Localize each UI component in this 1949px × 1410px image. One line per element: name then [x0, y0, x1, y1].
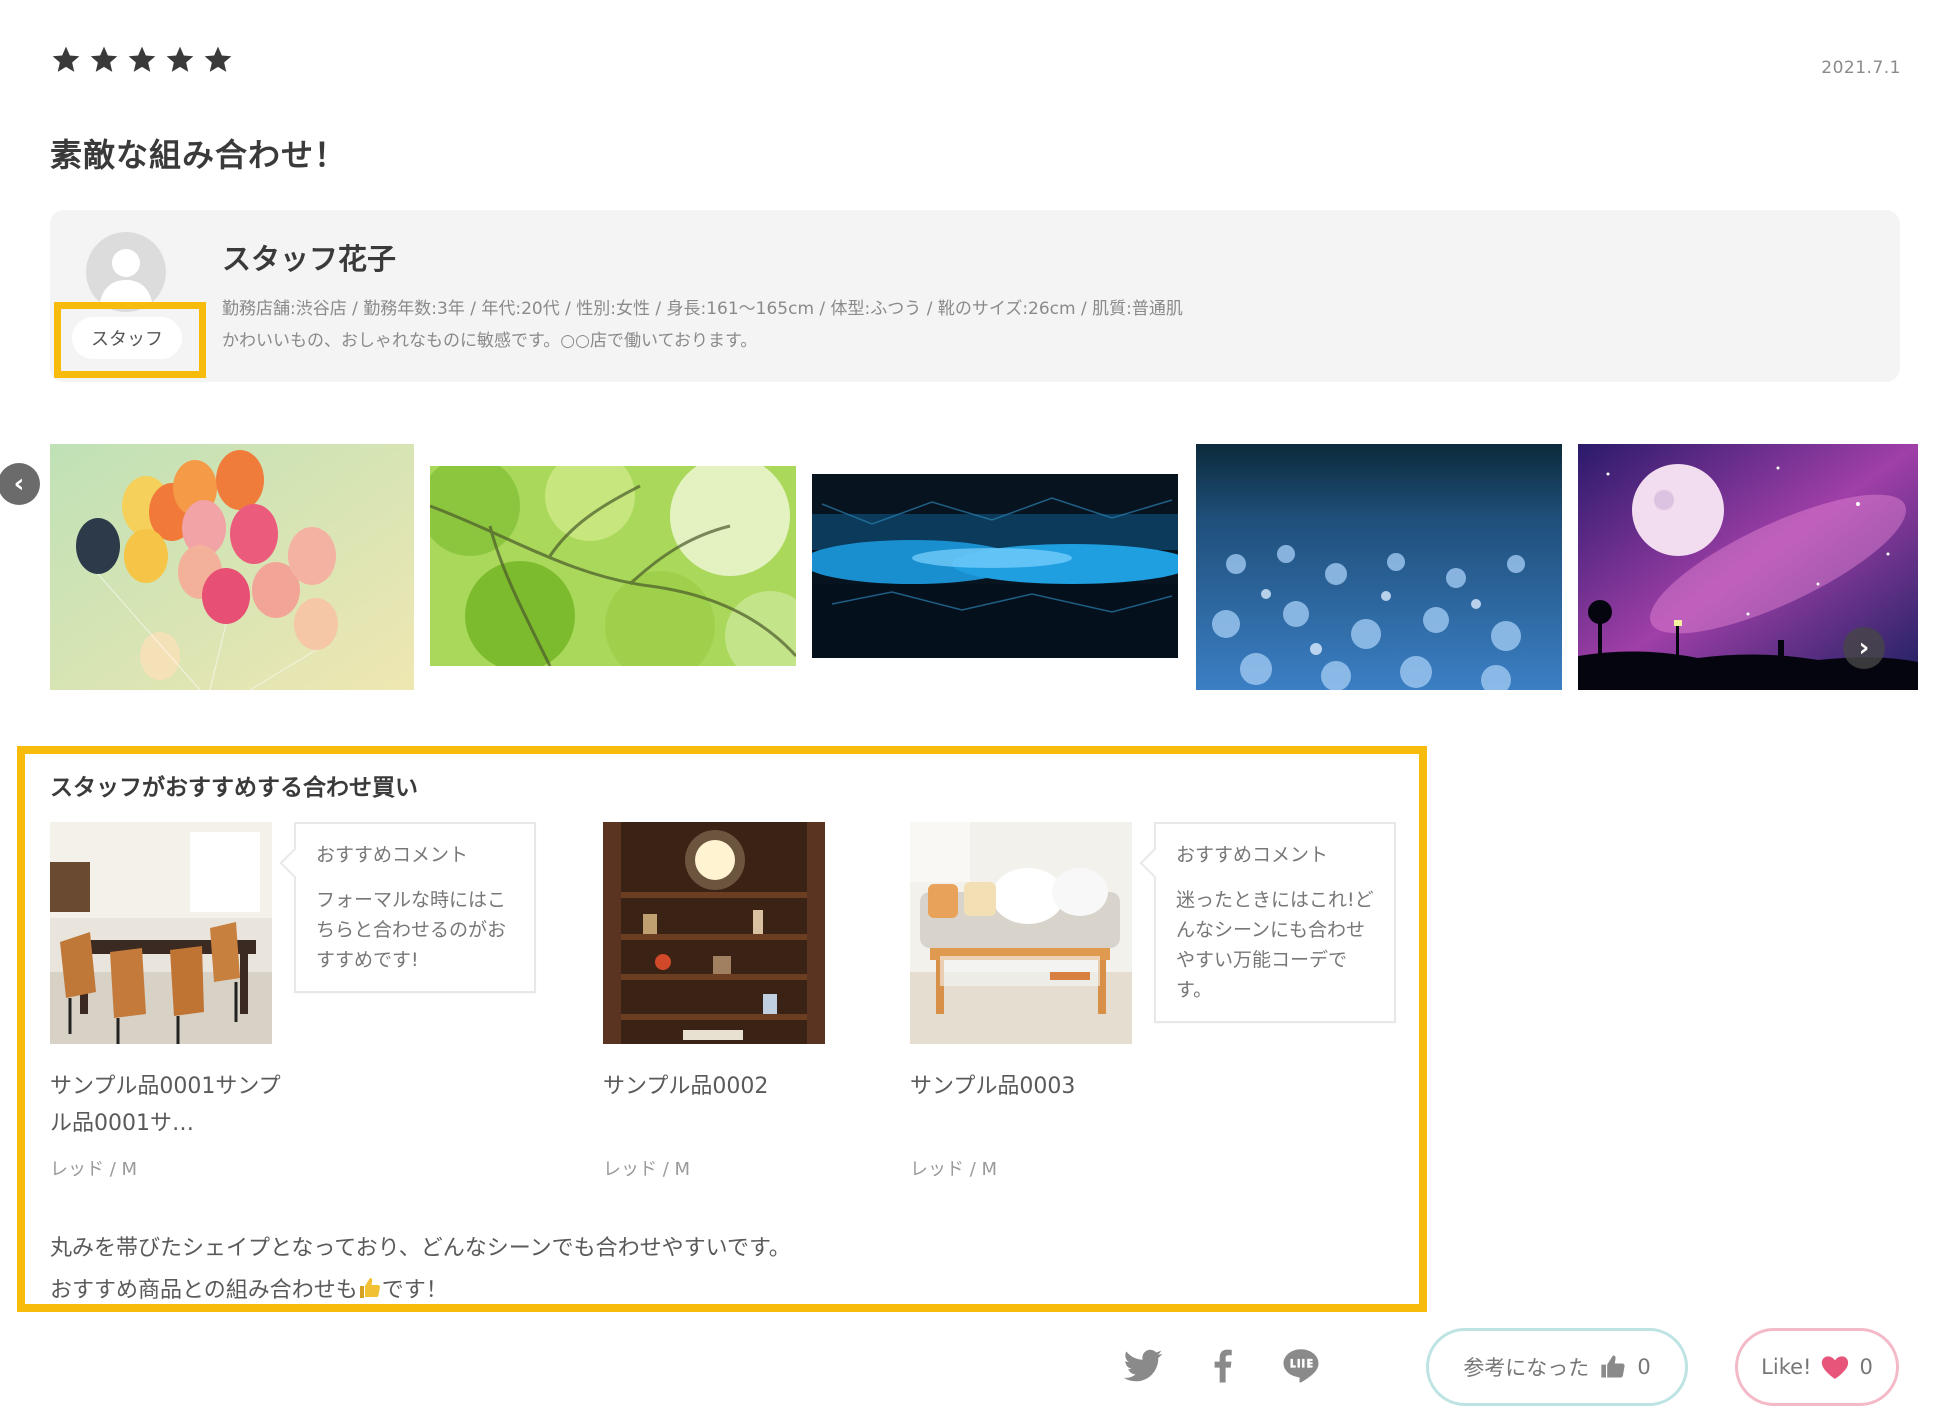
product-image-sofa[interactable] — [910, 822, 1132, 1044]
recommend-comment-label: おすすめコメント — [1176, 844, 1329, 866]
thumbs-up-emoji-icon — [358, 1273, 382, 1298]
like-button[interactable]: Like! 0 — [1735, 1328, 1899, 1406]
gallery-image-green-leaves[interactable] — [430, 466, 796, 666]
product-variant: レッド / M — [50, 1159, 138, 1180]
user-avatar-icon — [86, 232, 166, 312]
facebook-icon[interactable] — [1202, 1344, 1244, 1386]
staff-profile-card: スタッフ スタッフ花子 勤務店舗:渋谷店 / 勤務年数:3年 / 年代:20代 … — [50, 210, 1900, 382]
review-date: 2021.7.1 — [1821, 58, 1901, 78]
description-text: です！ — [381, 1278, 448, 1303]
star-icon — [164, 44, 196, 76]
recommend-comment-bubble: おすすめコメント 迷ったときにはこれ!どんなシーンにも合わせやすい万能コーデです… — [1154, 822, 1396, 1023]
staff-badge: スタッフ — [72, 317, 182, 359]
product-name[interactable]: サンプル品0003 — [910, 1068, 1150, 1105]
recommend-comment-label: おすすめコメント — [316, 844, 469, 866]
product-image-shelf[interactable] — [603, 822, 825, 1044]
recommend-comment-bubble: おすすめコメント フォーマルな時にはこちらと合わせるのがおすすめです! — [294, 822, 536, 993]
product-name[interactable]: サンプル品0001サンプル品0001サ… — [50, 1068, 290, 1142]
helpful-count: 0 — [1637, 1355, 1651, 1379]
description-text: おすすめ商品との組み合わせも — [50, 1278, 358, 1303]
recommend-comment-text: フォーマルな時にはこちらと合わせるのがおすすめです! — [316, 889, 507, 971]
line-icon[interactable] — [1280, 1344, 1322, 1386]
gallery-image-blue-cave[interactable] — [812, 474, 1178, 658]
gallery-image-balloons[interactable] — [50, 444, 414, 690]
helpful-label: 参考になった — [1463, 1356, 1590, 1380]
twitter-icon[interactable] — [1122, 1344, 1164, 1386]
staff-profile-details: 勤務店舗:渋谷店 / 勤務年数:3年 / 年代:20代 / 性別:女性 / 身長… — [222, 299, 1183, 319]
product-name[interactable]: サンプル品0002 — [603, 1068, 843, 1105]
product-image-dining[interactable] — [50, 822, 272, 1044]
star-icon — [126, 44, 158, 76]
review-title: 素敵な組み合わせ！ — [50, 136, 348, 174]
recommended-products-heading: スタッフがおすすめする合わせ買い — [50, 775, 418, 801]
chevron-right-icon[interactable]: › — [1843, 627, 1885, 669]
review-image-gallery: ‹ › — [0, 440, 1949, 690]
staff-self-introduction: かわいいもの、おしゃれなものに敏感です。○○店で働いております。 — [222, 331, 758, 351]
star-icon — [202, 44, 234, 76]
like-count: 0 — [1859, 1355, 1873, 1379]
recommendation-description: 丸みを帯びたシェイプとなっており、どんなシーンでも合わせやすいです。 おすすめ商… — [50, 1228, 791, 1312]
product-variant: レッド / M — [603, 1159, 691, 1180]
recommended-products-section: スタッフがおすすめする合わせ買い おすすめコメント フォーマルな時にはこちらと合… — [17, 746, 1427, 1312]
chevron-left-icon[interactable]: ‹ — [0, 463, 40, 505]
staff-name[interactable]: スタッフ花子 — [222, 236, 396, 278]
rating-stars — [50, 44, 234, 76]
star-icon — [50, 44, 82, 76]
star-icon — [88, 44, 120, 76]
like-label: Like! — [1761, 1355, 1812, 1379]
description-line: 丸みを帯びたシェイプとなっており、どんなシーンでも合わせやすいです。 — [50, 1236, 791, 1261]
heart-icon — [1819, 1351, 1851, 1383]
description-line: おすすめ商品との組み合わせも です！ — [50, 1270, 791, 1312]
helpful-button[interactable]: 参考になった 0 — [1426, 1328, 1688, 1406]
product-variant: レッド / M — [910, 1159, 998, 1180]
recommend-comment-text: 迷ったときにはこれ!どんなシーンにも合わせやすい万能コーデです。 — [1176, 889, 1374, 1001]
gallery-image-blue-flower-field[interactable] — [1196, 444, 1562, 690]
thumbs-up-icon — [1599, 1353, 1627, 1381]
